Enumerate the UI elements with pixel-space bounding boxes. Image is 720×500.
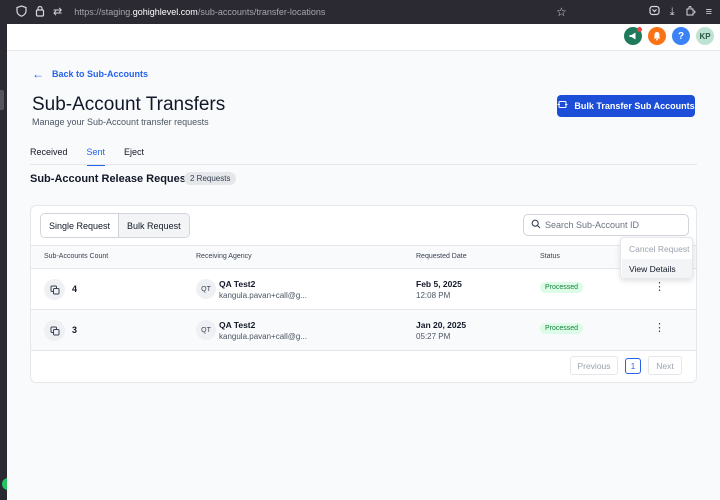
column-header-status: Status [540,253,560,260]
address-bar[interactable]: https://staging.gohighlevel.com/sub-acco… [74,7,325,17]
column-header-count: Sub-Accounts Count [44,253,109,260]
previous-page-button[interactable]: Previous [570,356,618,375]
bulk-request-button[interactable]: Bulk Request [118,214,189,237]
requested-time: 12:08 PM [416,291,451,300]
agency-name: QA Test2 [219,320,256,330]
app-content: ? KP ← Back to Sub-Accounts Sub-Account … [7,24,720,500]
agency-email: kangula.pavan+call@g... [219,332,307,341]
agency-avatar: QT [196,320,216,340]
bulk-transfer-label: Bulk Transfer Sub Accounts [574,101,695,111]
next-page-button[interactable]: Next [648,356,682,375]
notification-dot [637,27,642,32]
search-icon [531,219,541,232]
sub-accounts-count: 4 [72,284,78,294]
search-box [523,214,689,236]
requested-date: Feb 5, 2025 [416,279,462,289]
request-type-toggle: Single Request Bulk Request [40,213,190,238]
search-input[interactable] [545,220,685,230]
left-sidebar-strip [0,24,7,500]
menu-icon[interactable]: ≡ [706,6,712,18]
bookmark-star-icon[interactable]: ☆ [556,5,567,19]
pocket-icon[interactable] [649,5,660,19]
more-options-icon[interactable]: ⋮ [654,280,665,293]
section-title: Sub-Account Release Requests [30,173,196,185]
page-title: Sub-Account Transfers [32,94,226,115]
table-header: Sub-Accounts Count Receiving Agency Requ… [31,245,696,269]
shield-icon[interactable] [16,4,27,20]
status-badge: Processed [540,282,584,293]
page-subtitle: Manage your Sub-Account transfer request… [32,117,209,127]
user-avatar[interactable]: KP [696,27,714,45]
table-row[interactable]: 4 QT QA Test2 kangula.pavan+call@g... Fe… [31,269,696,310]
back-to-sub-accounts-link[interactable]: ← Back to Sub-Accounts [32,67,148,81]
agency-avatar: QT [196,279,216,299]
tabs-divider [30,164,697,165]
column-header-agency: Receiving Agency [196,253,252,260]
back-link-label: Back to Sub-Accounts [52,69,149,79]
sidebar-handle[interactable] [0,90,4,110]
arrow-left-icon: ← [32,67,44,81]
view-details-menu-item[interactable]: View Details [622,259,692,278]
lock-icon[interactable] [35,5,45,20]
single-request-button[interactable]: Single Request [41,214,119,237]
agency-name: QA Test2 [219,279,256,289]
app-topbar: ? KP [7,24,720,51]
permissions-icon[interactable]: ⇄ [53,6,62,18]
transfer-icon [557,99,568,113]
bell-icon[interactable] [648,27,666,45]
requested-date: Jan 20, 2025 [416,320,467,330]
extensions-icon[interactable] [685,5,696,19]
megaphone-icon[interactable] [624,27,642,45]
bulk-transfer-button[interactable]: Bulk Transfer Sub Accounts [557,95,695,117]
more-options-icon[interactable]: ⋮ [654,321,665,334]
page-number-button[interactable]: 1 [625,358,641,374]
help-icon[interactable]: ? [672,27,690,45]
requested-time: 05:27 PM [416,332,451,341]
copy-icon [44,279,65,300]
status-badge: Processed [540,323,584,334]
sub-accounts-count: 3 [72,325,78,335]
column-header-date: Requested Date [416,253,467,260]
copy-icon [44,320,65,341]
requests-count-badge: 2 Requests [184,172,237,185]
table-row[interactable]: 3 QT QA Test2 kangula.pavan+call@g... Ja… [31,310,696,351]
agency-email: kangula.pavan+call@g... [219,291,307,300]
row-actions-menu: Cancel Request View Details [620,237,693,279]
download-icon[interactable]: ⤓ [670,6,675,18]
cancel-request-menu-item[interactable]: Cancel Request [622,239,692,258]
requests-card: Single Request Bulk Request Sub-Accounts… [30,205,697,383]
browser-toolbar: ⇄ https://staging.gohighlevel.com/sub-ac… [0,0,720,24]
